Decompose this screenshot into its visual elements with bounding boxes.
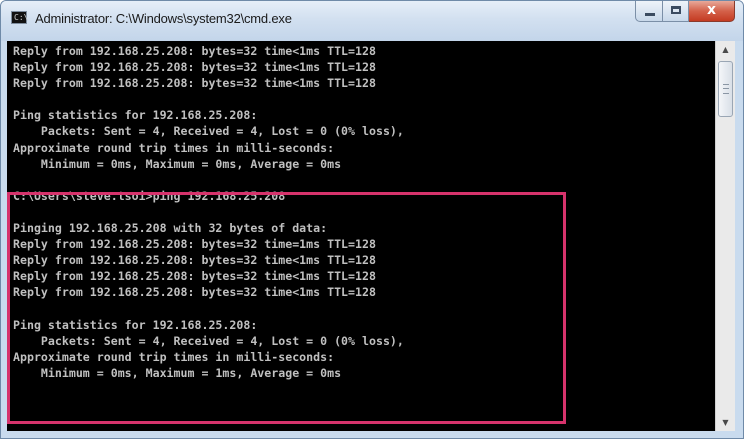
minimize-icon xyxy=(645,13,655,16)
console-line: Packets: Sent = 4, Received = 4, Lost = … xyxy=(13,124,404,139)
console-line: Packets: Sent = 4, Received = 4, Lost = … xyxy=(13,333,404,348)
vertical-scrollbar[interactable]: ▲ ▼ xyxy=(715,41,735,431)
console-line: Minimum = 0ms, Maximum = 1ms, Average = … xyxy=(13,365,342,380)
window-title: Administrator: C:\Windows\system32\cmd.e… xyxy=(35,11,292,26)
console-line: Ping statistics for 192.168.25.208: xyxy=(13,108,258,123)
console-line: Reply from 192.168.25.208: bytes=32 time… xyxy=(13,76,376,91)
scroll-up-arrow-icon[interactable]: ▲ xyxy=(717,41,734,58)
caption-buttons: x xyxy=(635,1,735,23)
close-icon: x xyxy=(706,2,717,18)
console-line: Minimum = 0ms, Maximum = 0ms, Average = … xyxy=(13,156,342,171)
grip-icon xyxy=(723,84,729,94)
cmd-window: C:\ Administrator: C:\Windows\system32\c… xyxy=(0,0,744,439)
console-line: C:\Users\steve.tsoi>ping 192.168.25.208 xyxy=(13,188,286,203)
console-text: Reply from 192.168.25.208: bytes=32 time… xyxy=(7,41,715,381)
maximize-icon xyxy=(671,6,681,14)
console-output[interactable]: Reply from 192.168.25.208: bytes=32 time… xyxy=(7,41,715,431)
console-line: Reply from 192.168.25.208: bytes=32 time… xyxy=(13,285,376,300)
console-line: Reply from 192.168.25.208: bytes=32 time… xyxy=(13,237,376,252)
console-line: Approximate round trip times in milli-se… xyxy=(13,349,335,364)
console-line: Approximate round trip times in milli-se… xyxy=(13,140,335,155)
cmd-app-icon[interactable]: C:\ xyxy=(11,11,29,24)
scroll-down-arrow-icon[interactable]: ▼ xyxy=(717,414,734,431)
scrollbar-thumb[interactable] xyxy=(718,61,733,117)
console-line: Reply from 192.168.25.208: bytes=32 time… xyxy=(13,253,376,268)
console-line: Reply from 192.168.25.208: bytes=32 time… xyxy=(13,269,376,284)
console-line: Reply from 192.168.25.208: bytes=32 time… xyxy=(13,60,376,75)
maximize-button[interactable] xyxy=(663,1,689,22)
close-button[interactable]: x xyxy=(689,1,735,22)
console-line: Reply from 192.168.25.208: bytes=32 time… xyxy=(13,44,376,58)
console-line: Ping statistics for 192.168.25.208: xyxy=(13,317,258,332)
title-bar[interactable]: C:\ Administrator: C:\Windows\system32\c… xyxy=(1,1,743,41)
app-icon-text: C:\ xyxy=(14,13,29,22)
minimize-button[interactable] xyxy=(635,1,663,22)
console-line: Pinging 192.168.25.208 with 32 bytes of … xyxy=(13,221,328,236)
window-bottom-border xyxy=(1,431,743,438)
